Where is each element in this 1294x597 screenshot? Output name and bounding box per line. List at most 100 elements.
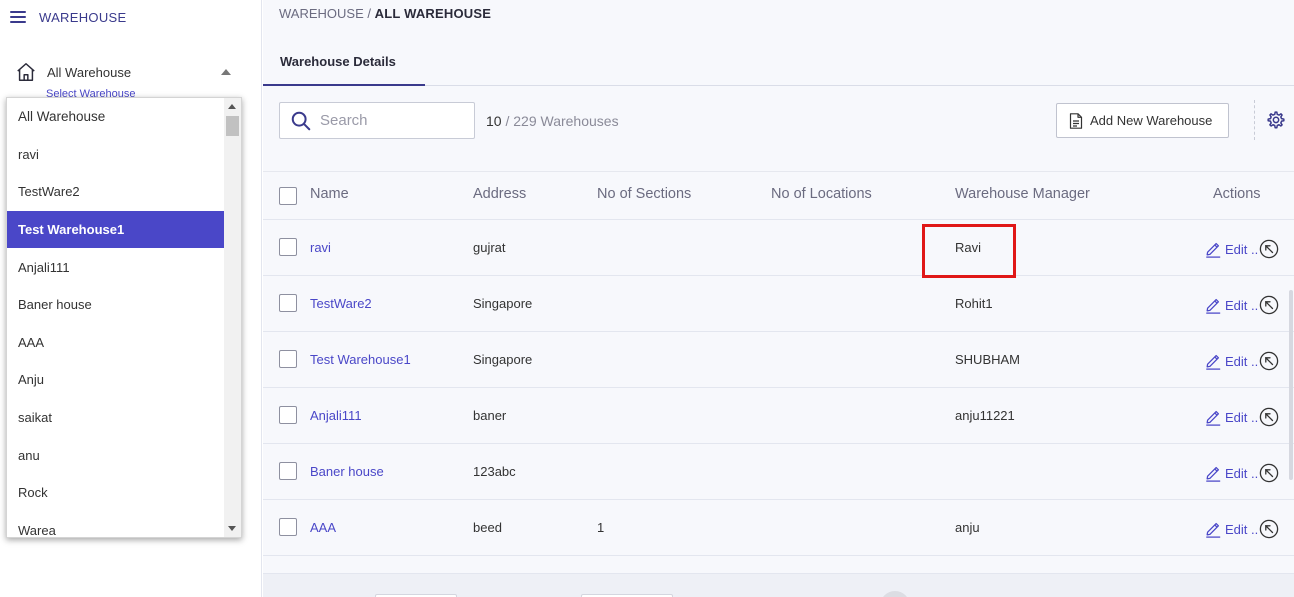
table-header: Name Address No of Sections No of Locati… <box>263 172 1294 220</box>
sidebar-header: WAREHOUSE <box>10 8 126 26</box>
table-row[interactable]: ravi gujrat Ravi Edit .. <box>263 220 1294 276</box>
add-new-warehouse-button[interactable]: Add New Warehouse <box>1056 103 1229 138</box>
warehouse-name-link[interactable]: Baner house <box>310 464 384 479</box>
cell-address: baner <box>473 408 507 423</box>
dropdown-item[interactable]: Baner house <box>7 286 225 324</box>
cell-sections: 1 <box>597 520 605 535</box>
warehouse-count: 10 / 229 Warehouses <box>486 113 619 129</box>
dropdown-item[interactable]: TestWare2 <box>7 173 225 211</box>
dropdown-scrollbar[interactable] <box>224 98 241 537</box>
edit-icon[interactable] <box>1204 240 1222 258</box>
toolbar: 10 / 229 Warehouses Add New Warehouse <box>263 86 1294 172</box>
column-header-name[interactable]: Name <box>310 186 349 202</box>
arrow-up-left-circle-icon[interactable] <box>1259 407 1279 427</box>
search-input[interactable] <box>320 112 460 129</box>
pagination-footer <box>263 573 1294 597</box>
column-header-actions: Actions <box>1213 186 1261 202</box>
row-checkbox[interactable] <box>279 350 297 368</box>
scroll-down-arrow-icon[interactable] <box>228 526 236 531</box>
add-new-warehouse-label: Add New Warehouse <box>1090 113 1213 128</box>
edit-link[interactable]: Edit .. <box>1225 242 1258 257</box>
edit-icon[interactable] <box>1204 296 1222 314</box>
cell-address: 123abc <box>473 464 516 479</box>
table-row[interactable]: Anjali111 baner anju11221 Edit .. <box>263 388 1294 444</box>
dropdown-item[interactable]: AAA <box>7 324 225 362</box>
dropdown-item[interactable]: All Warehouse <box>7 98 225 136</box>
edit-link[interactable]: Edit .. <box>1225 410 1258 425</box>
cell-address: Singapore <box>473 352 533 367</box>
table-row[interactable]: Test Warehouse1 Singapore SHUBHAM Edit .. <box>263 332 1294 388</box>
dropdown-item[interactable]: saikat <box>7 399 225 437</box>
cell-address: beed <box>473 520 502 535</box>
tab-warehouse-details[interactable]: Warehouse Details <box>263 38 425 86</box>
dropdown-item[interactable]: Rock <box>7 474 225 512</box>
sidebar: WAREHOUSE All Warehouse Select Warehouse… <box>0 0 262 597</box>
column-header-locations[interactable]: No of Locations <box>771 186 872 202</box>
table-scrollbar[interactable] <box>1289 290 1293 480</box>
edit-icon[interactable] <box>1204 520 1222 538</box>
cell-manager: SHUBHAM <box>955 352 1021 367</box>
cell-address: Singapore <box>473 296 533 311</box>
edit-link[interactable]: Edit .. <box>1225 298 1258 313</box>
column-header-manager[interactable]: Warehouse Manager <box>955 186 1090 202</box>
column-header-address[interactable]: Address <box>473 186 526 202</box>
arrow-up-left-circle-icon[interactable] <box>1259 351 1279 371</box>
row-checkbox[interactable] <box>279 294 297 312</box>
row-checkbox[interactable] <box>279 518 297 536</box>
row-actions: Edit .. <box>1204 295 1279 315</box>
edit-icon[interactable] <box>1204 352 1222 370</box>
warehouse-name-link[interactable]: TestWare2 <box>310 296 372 311</box>
search-box[interactable] <box>279 102 475 139</box>
edit-link[interactable]: Edit .. <box>1225 354 1258 369</box>
warehouse-name-link[interactable]: AAA <box>310 520 336 535</box>
warehouse-name-link[interactable]: ravi <box>310 240 331 255</box>
toolbar-divider <box>1254 100 1255 140</box>
row-actions: Edit .. <box>1204 519 1279 539</box>
arrow-up-left-circle-icon[interactable] <box>1259 295 1279 315</box>
row-actions: Edit .. <box>1204 239 1279 259</box>
breadcrumb-current: ALL WAREHOUSE <box>374 6 492 21</box>
scroll-up-arrow-icon[interactable] <box>228 104 236 109</box>
warehouse-dropdown-list[interactable]: All Warehouse ravi TestWare2 Test Warehouse… <box>6 97 242 538</box>
cell-manager: Ravi <box>955 240 982 255</box>
breadcrumb: WAREHOUSE / ALL WAREHOUSE <box>279 6 491 21</box>
dropdown-item[interactable]: Warea <box>7 512 225 537</box>
select-all-checkbox[interactable] <box>279 187 297 205</box>
dropdown-item[interactable]: ravi <box>7 136 225 174</box>
count-total: 229 Warehouses <box>513 113 619 129</box>
edit-icon[interactable] <box>1204 464 1222 482</box>
cell-manager: Rohit1 <box>955 296 993 311</box>
row-checkbox[interactable] <box>279 406 297 424</box>
main-content: WAREHOUSE / ALL WAREHOUSE Warehouse Deta… <box>263 0 1294 597</box>
breadcrumb-root[interactable]: WAREHOUSE <box>279 6 364 21</box>
menu-icon[interactable] <box>10 11 26 23</box>
arrow-up-left-circle-icon[interactable] <box>1259 239 1279 259</box>
table-row[interactable]: AAA beed 1 anju Edit .. <box>263 500 1294 556</box>
row-actions: Edit .. <box>1204 463 1279 483</box>
edit-link[interactable]: Edit .. <box>1225 522 1258 537</box>
sidebar-title: WAREHOUSE <box>39 9 127 25</box>
warehouse-select[interactable]: All Warehouse <box>15 60 237 84</box>
dropdown-item[interactable]: anu <box>7 436 225 474</box>
arrow-up-left-circle-icon[interactable] <box>1259 519 1279 539</box>
cell-manager: anju11221 <box>955 408 1015 423</box>
pagination-dot[interactable] <box>880 591 910 597</box>
dropdown-item[interactable]: Anjali111 <box>7 248 225 286</box>
edit-link[interactable]: Edit .. <box>1225 466 1258 481</box>
scroll-thumb[interactable] <box>226 116 239 136</box>
column-header-sections[interactable]: No of Sections <box>597 186 691 202</box>
warehouse-name-link[interactable]: Anjali111 <box>310 408 362 423</box>
cell-address: gujrat <box>473 240 506 255</box>
warehouse-name-link[interactable]: Test Warehouse1 <box>310 352 411 367</box>
dropdown-item[interactable]: Test Warehouse1 <box>7 210 225 249</box>
table-row[interactable]: Baner house 123abc Edit .. <box>263 444 1294 500</box>
row-checkbox[interactable] <box>279 462 297 480</box>
row-checkbox[interactable] <box>279 238 297 256</box>
gear-icon[interactable] <box>1266 110 1286 130</box>
arrow-up-left-circle-icon[interactable] <box>1259 463 1279 483</box>
home-icon <box>17 63 35 81</box>
table-row[interactable]: TestWare2 Singapore Rohit1 Edit .. <box>263 276 1294 332</box>
dropdown-item[interactable]: Anju <box>7 361 225 399</box>
breadcrumb-separator: / <box>367 6 371 21</box>
edit-icon[interactable] <box>1204 408 1222 426</box>
